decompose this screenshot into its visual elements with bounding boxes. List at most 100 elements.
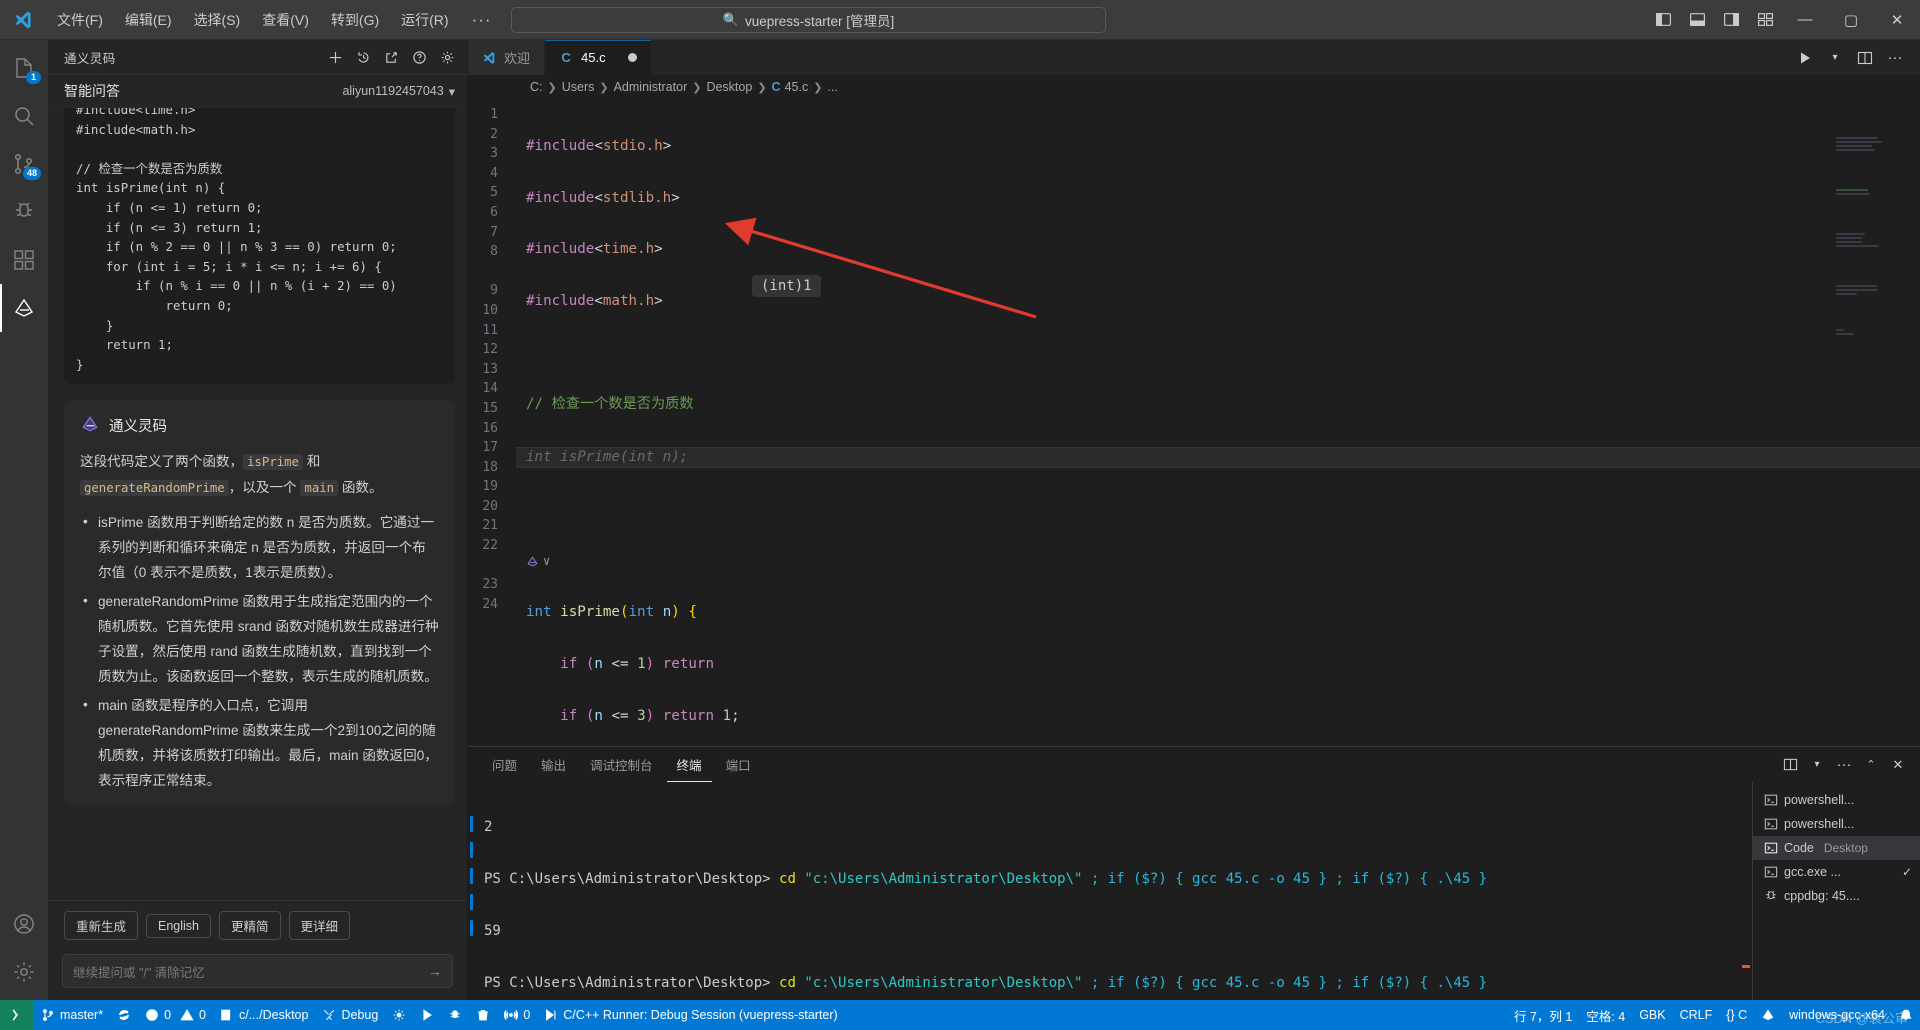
- activity-run-debug[interactable]: [0, 188, 48, 236]
- terminal-list-item-cppdbg[interactable]: cppdbg: 45....: [1753, 884, 1920, 908]
- status-build-variant-label: Debug: [341, 1008, 379, 1022]
- editor-tabs: 欢迎 C 45.c ▾ ···: [468, 40, 1920, 75]
- breadcrumb-item-administrator[interactable]: Administrator: [614, 80, 688, 94]
- split-terminal-icon[interactable]: [1778, 753, 1802, 777]
- panel-tab-output[interactable]: 输出: [531, 747, 576, 782]
- status-build-target[interactable]: c/.../Desktop: [213, 1000, 315, 1030]
- split-editor-icon[interactable]: [1852, 45, 1878, 71]
- activity-accounts[interactable]: [0, 900, 48, 948]
- status-eol[interactable]: CRLF: [1673, 1000, 1720, 1030]
- remote-window-button[interactable]: [0, 1000, 34, 1030]
- breadcrumb-item-symbol[interactable]: ...: [827, 80, 837, 94]
- help-icon[interactable]: [407, 45, 431, 69]
- elaborate-button[interactable]: 更详细: [288, 911, 351, 940]
- close-panel-icon[interactable]: ✕: [1886, 753, 1910, 777]
- menu-bar[interactable]: 文件(F) 编辑(E) 选择(S) 查看(V) 转到(G) 运行(R) ···: [46, 5, 504, 35]
- terminal-output[interactable]: 2 PS C:\Users\Administrator\Desktop> cd …: [478, 782, 1738, 1000]
- panel-tab-debug-console[interactable]: 调试控制台: [580, 747, 663, 782]
- status-build-variant[interactable]: Debug: [315, 1000, 385, 1030]
- close-button[interactable]: ✕: [1874, 0, 1920, 40]
- tab-45c[interactable]: C 45.c: [545, 40, 652, 75]
- code-editor[interactable]: 1 2 3 4 5 6 7 8 9 10 11 12 13 14 15 16 1…: [468, 99, 1920, 746]
- chevron-down-icon[interactable]: ▾: [1805, 753, 1829, 777]
- status-clean-button[interactable]: [469, 1000, 497, 1030]
- terminal-scrollbar[interactable]: [1738, 782, 1752, 1000]
- tongyi-logo-icon: [80, 414, 100, 437]
- terminal-list-item-gcc[interactable]: gcc.exe ... ✓: [1753, 860, 1920, 884]
- status-debug-button[interactable]: [441, 1000, 469, 1030]
- maximize-button[interactable]: ▢: [1828, 0, 1874, 40]
- maximize-panel-icon[interactable]: ⌃: [1859, 753, 1883, 777]
- chat-input[interactable]: 继续提问或 "/" 清除记忆 →: [62, 954, 453, 988]
- status-launch-button[interactable]: [413, 1000, 441, 1030]
- plus-icon[interactable]: [323, 45, 347, 69]
- more-actions-icon[interactable]: ···: [1882, 45, 1908, 71]
- panel-tab-problems[interactable]: 问题: [482, 747, 527, 782]
- breadcrumb-item-users[interactable]: Users: [562, 80, 595, 94]
- breadcrumb-item-desktop[interactable]: Desktop: [706, 80, 752, 94]
- status-notifications[interactable]: [1892, 1000, 1920, 1030]
- chat-scroll-area[interactable]: #include<time.h> #include<math.h> // 检查一…: [48, 108, 467, 900]
- send-icon[interactable]: →: [428, 963, 442, 979]
- panel-tab-terminal[interactable]: 终端: [667, 747, 712, 782]
- status-cmake-kit[interactable]: windows-gcc-x64: [1782, 1000, 1892, 1030]
- simplify-button[interactable]: 更精简: [219, 911, 281, 940]
- list-item: isPrime 函数用于判断给定的数 n 是否为质数。它通过一系列的判断和循环来…: [80, 509, 439, 585]
- codelens-row[interactable]: ∨: [516, 552, 1920, 572]
- activity-settings[interactable]: [0, 948, 48, 996]
- status-errors[interactable]: 0: [138, 1000, 178, 1030]
- menu-item-edit[interactable]: 编辑(E): [114, 5, 183, 35]
- menu-item-view[interactable]: 查看(V): [251, 5, 320, 35]
- terminal-list-item-powershell-2[interactable]: powershell...: [1753, 812, 1920, 836]
- status-language-mode[interactable]: {} C: [1719, 1000, 1754, 1030]
- tab-welcome[interactable]: 欢迎: [468, 40, 546, 75]
- activity-bar-bottom: [0, 900, 48, 1000]
- toggle-panel-icon[interactable]: [1680, 0, 1714, 40]
- status-cursor-position[interactable]: 行 7，列 1: [1507, 1000, 1579, 1030]
- gear-icon[interactable]: [435, 45, 459, 69]
- status-sync[interactable]: [110, 1000, 138, 1030]
- command-center-search[interactable]: 🔍 vuepress-starter [管理员]: [511, 6, 1106, 33]
- status-indentation[interactable]: 空格: 4: [1579, 1000, 1632, 1030]
- regenerate-button[interactable]: 重新生成: [64, 911, 139, 940]
- intro-text-4: 函数。: [338, 480, 383, 496]
- minimap[interactable]: [1836, 105, 1906, 336]
- activity-search[interactable]: [0, 92, 48, 140]
- menu-item-run[interactable]: 运行(R): [390, 5, 459, 35]
- status-tongyi-icon[interactable]: [1754, 1000, 1782, 1030]
- breadcrumb-item-drive[interactable]: C:: [530, 80, 543, 94]
- chevron-down-icon[interactable]: ▾: [1822, 45, 1848, 71]
- activity-source-control[interactable]: 48: [0, 140, 48, 188]
- account-selector[interactable]: aliyun1192457043 ▾: [342, 84, 455, 99]
- status-encoding[interactable]: GBK: [1632, 1000, 1672, 1030]
- status-branch[interactable]: master*: [34, 1000, 110, 1030]
- line-number: 19: [482, 479, 498, 495]
- status-runner-session[interactable]: C/C++ Runner: Debug Session (vuepress-st…: [537, 1000, 844, 1030]
- menu-item-go[interactable]: 转到(G): [320, 5, 390, 35]
- status-ports[interactable]: 0: [497, 1000, 537, 1030]
- menu-item-selection[interactable]: 选择(S): [183, 5, 252, 35]
- status-build-button[interactable]: [385, 1000, 413, 1030]
- terminal-list-item-powershell-1[interactable]: powershell...: [1753, 788, 1920, 812]
- customize-layout-icon[interactable]: [1748, 0, 1782, 40]
- history-icon[interactable]: [351, 45, 375, 69]
- tab-dirty-indicator[interactable]: [627, 53, 637, 62]
- share-icon[interactable]: [379, 45, 403, 69]
- run-icon[interactable]: [1792, 45, 1818, 71]
- terminal-line: 2: [484, 819, 493, 835]
- menu-item-more[interactable]: ···: [460, 8, 504, 32]
- activity-extensions[interactable]: [0, 236, 48, 284]
- toggle-primary-sidebar-icon[interactable]: [1646, 0, 1680, 40]
- menu-item-file[interactable]: 文件(F): [46, 5, 114, 35]
- terminal-list-item-code[interactable]: Code Desktop: [1753, 836, 1920, 860]
- english-button[interactable]: English: [146, 913, 212, 938]
- minimize-button[interactable]: —: [1782, 0, 1828, 40]
- status-warnings[interactable]: 0: [178, 1000, 213, 1030]
- code-content[interactable]: #include<stdio.h> #include<stdlib.h> #in…: [516, 99, 1920, 746]
- activity-explorer[interactable]: 1: [0, 44, 48, 92]
- toggle-secondary-sidebar-icon[interactable]: [1714, 0, 1748, 40]
- more-actions-icon[interactable]: ···: [1832, 753, 1856, 777]
- activity-tongyi-lingma[interactable]: [0, 284, 48, 332]
- breadcrumb-item-file[interactable]: C 45.c: [772, 80, 809, 94]
- panel-tab-ports[interactable]: 端口: [716, 747, 761, 782]
